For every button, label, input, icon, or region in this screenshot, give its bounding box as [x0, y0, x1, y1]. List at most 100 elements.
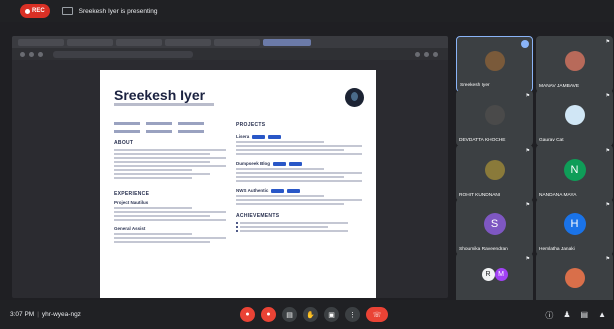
present-button[interactable]: ▣: [324, 307, 339, 322]
muted-icon: ⚑: [525, 202, 530, 208]
participant-tile[interactable]: H ⚑ Hemlatha Janaki: [536, 199, 613, 255]
browser-tab-active: [263, 38, 311, 46]
muted-icon: ⚑: [605, 39, 610, 45]
participant-name: Gaurav Cat: [539, 138, 564, 143]
participant-photo: [564, 268, 585, 288]
project-tag: [252, 134, 266, 139]
projects-heading: PROJECTS: [236, 122, 266, 128]
participant-name: Hemlatha Janaki: [539, 247, 575, 252]
muted-icon: ⚑: [605, 256, 610, 262]
muted-icon: ⚑: [605, 93, 610, 99]
participant-photo: [484, 105, 505, 125]
resume-right-column: PROJECTS Lisera Dumpseek Blog NWS Authen…: [236, 122, 362, 234]
call-controls: ● ● ▤ ✋ ▣ ⋮ ☏: [240, 307, 388, 322]
participant-name: MANAV JAMBAVE: [539, 84, 580, 89]
participant-tile[interactable]: ⚑ Gaurav Cat: [536, 90, 613, 146]
chat-button[interactable]: ▤: [581, 310, 589, 321]
participant-avatar: H: [563, 213, 586, 235]
browser-tab: [116, 38, 162, 46]
participant-name: Sreekesh Iyer: [460, 83, 490, 88]
meeting-info: 3:07 PM | yhr-wyea-ngz: [10, 311, 81, 318]
muted-icon: ⚑: [605, 202, 610, 208]
browser-actions: [415, 51, 438, 57]
participant-photo: [564, 105, 585, 125]
resume-subtitle: [114, 103, 214, 106]
participant-name: ROHIT KUNDNANI: [459, 193, 501, 198]
participant-tile[interactable]: N ⚑ NANDANA MAYA: [536, 145, 613, 201]
project-item: NWS Authentic: [236, 188, 362, 193]
leave-call-button[interactable]: ☏: [366, 307, 388, 322]
side-panel-buttons: ⓘ ♟ ▤ ▲: [545, 310, 606, 321]
experience-item: Project Nautilus: [114, 200, 149, 205]
recording-label: REC: [32, 8, 45, 14]
resume-photo: [345, 88, 364, 107]
participant-name: Shoumika Raveendran: [459, 247, 508, 252]
muted-icon: ⚑: [525, 148, 530, 154]
experience-heading: EXPERIENCE: [114, 191, 150, 197]
browser-tab: [165, 38, 211, 46]
participant-tile[interactable]: Sreekesh Iyer: [456, 36, 533, 92]
bottom-bar: 3:07 PM | yhr-wyea-ngz ● ● ▤ ✋ ▣ ⋮ ☏ ⓘ ♟ ▤…: [0, 300, 614, 329]
record-dot-icon: [25, 8, 30, 14]
clock-time: 3:07 PM: [10, 311, 35, 318]
people-button[interactable]: ♟: [563, 310, 570, 321]
project-item: Lisera: [236, 134, 362, 139]
participant-tile[interactable]: ⚑ DEVDATTA KHOCHE: [456, 90, 533, 146]
speaking-badge-icon: [521, 40, 529, 48]
address-bar: [53, 50, 193, 58]
project-tag: [271, 188, 285, 193]
participant-photo: [484, 51, 505, 71]
participant-avatar: N: [563, 159, 586, 181]
muted-icon: ⚑: [525, 93, 530, 99]
present-screen-icon: [61, 7, 73, 15]
browser-tab-strip: [12, 36, 448, 48]
experience-item: General Assist: [114, 226, 146, 231]
others-avatar: R: [481, 268, 495, 281]
participant-avatar: S: [483, 213, 506, 235]
more-options-button[interactable]: ⋮: [345, 307, 360, 322]
project-title: Lisera: [236, 134, 250, 139]
browser-address-row: [12, 48, 448, 60]
project-tag: [273, 161, 287, 166]
others-avatars: RM: [481, 268, 508, 281]
resume-document: Sreekesh Iyer ABOUT EXPERIENCE Project N…: [100, 70, 376, 298]
back-icon: [20, 51, 25, 57]
reload-icon: [38, 51, 43, 57]
shared-screen: Sreekesh Iyer ABOUT EXPERIENCE Project N…: [12, 36, 448, 298]
participant-photo: [484, 160, 505, 180]
project-title: Dumpseek Blog: [236, 161, 271, 166]
muted-icon: ⚑: [525, 256, 530, 262]
captions-button[interactable]: ▤: [282, 307, 297, 322]
project-tag: [268, 134, 282, 139]
project-tag: [289, 161, 303, 166]
raise-hand-button[interactable]: ✋: [303, 307, 318, 322]
presenting-text: Sreekesh Iyer is presenting: [78, 7, 158, 15]
achievements-heading: ACHIEVEMENTS: [236, 213, 280, 219]
forward-icon: [29, 51, 34, 57]
top-bar: REC Sreekesh Iyer is presenting: [0, 0, 614, 22]
activities-button[interactable]: ▲: [598, 310, 606, 321]
participant-name: DEVDATTA KHOCHE: [459, 138, 506, 143]
resume-name: Sreekesh Iyer: [114, 87, 206, 103]
others-avatar: M: [494, 268, 508, 281]
camera-off-button[interactable]: ●: [261, 307, 276, 322]
about-heading: ABOUT: [114, 140, 134, 146]
resume-left-column: ABOUT EXPERIENCE Project Nautilus Genera…: [114, 122, 226, 245]
muted-icon: ⚑: [605, 148, 610, 154]
info-button[interactable]: ⓘ: [545, 310, 553, 321]
microphone-off-button[interactable]: ●: [240, 307, 255, 322]
contact-row: [114, 122, 226, 125]
participant-name: NANDANA MAYA: [539, 193, 577, 198]
browser-tab: [214, 38, 260, 46]
participant-tile[interactable]: S ⚑ Shoumika Raveendran: [456, 199, 533, 255]
project-title: NWS Authentic: [236, 188, 269, 193]
browser-tab: [18, 38, 64, 46]
recording-badge: REC: [20, 4, 50, 18]
participant-photo: [564, 51, 585, 71]
meeting-code: yhr-wyea-ngz: [41, 311, 81, 318]
participant-tile[interactable]: ⚑ MANAV JAMBAVE: [536, 36, 613, 92]
project-item: Dumpseek Blog: [236, 161, 362, 166]
participant-tile[interactable]: ⚑ ROHIT KUNDNANI: [456, 145, 533, 201]
project-tag: [287, 188, 301, 193]
browser-tab: [67, 38, 113, 46]
